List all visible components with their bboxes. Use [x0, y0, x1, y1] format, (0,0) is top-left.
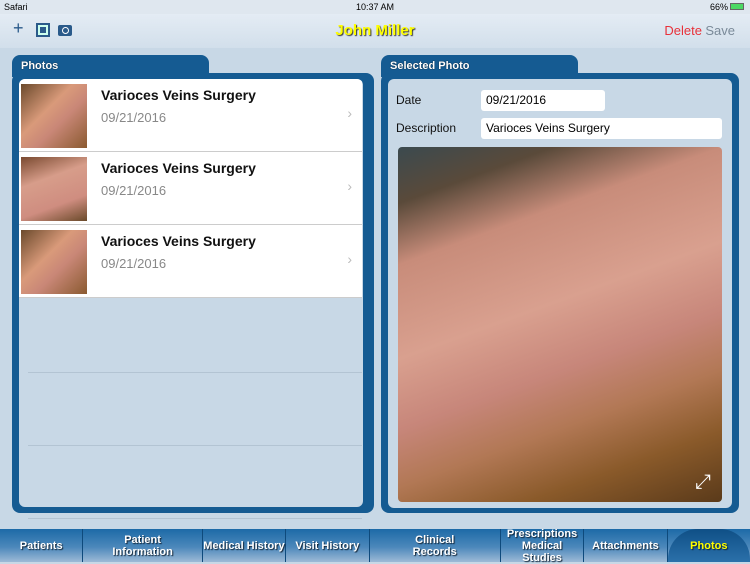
item-title: Varioces Veins Surgery — [101, 233, 256, 249]
status-battery: 66% — [709, 2, 728, 12]
chevron-right-icon: › — [347, 251, 352, 267]
item-title: Varioces Veins Surgery — [101, 160, 256, 176]
item-date: 09/21/2016 — [101, 183, 167, 198]
chevron-right-icon: › — [347, 105, 352, 121]
date-field[interactable]: 09/21/2016 — [481, 90, 605, 111]
battery-icon — [730, 3, 744, 10]
photo-thumbnail — [21, 230, 87, 294]
item-title: Varioces Veins Surgery — [101, 87, 256, 103]
photo-list: Varioces Veins Surgery 09/21/2016 › Vari… — [19, 79, 363, 507]
date-label: Date — [396, 93, 422, 107]
list-item[interactable]: Varioces Veins Surgery 09/21/2016 › — [19, 152, 362, 225]
photo-thumbnail — [21, 157, 87, 221]
photo-thumbnail — [21, 84, 87, 148]
chevron-right-icon: › — [347, 178, 352, 194]
divider — [28, 372, 362, 373]
tab-medical-history[interactable]: Medical History — [203, 529, 287, 562]
selected-photo-image[interactable]: ⤢ — [398, 147, 722, 502]
tab-attachments[interactable]: Attachments — [584, 529, 668, 562]
item-date: 09/21/2016 — [101, 110, 167, 125]
list-item[interactable]: Varioces Veins Surgery 09/21/2016 › — [19, 79, 362, 152]
divider — [28, 445, 362, 446]
divider — [28, 518, 362, 519]
status-bar: Safari 10:37 AM 66% — [0, 0, 750, 14]
description-field[interactable]: Varioces Veins Surgery — [481, 118, 722, 139]
tab-bar: Patients Patient Information Medical His… — [0, 528, 750, 564]
item-date: 09/21/2016 — [101, 256, 167, 271]
list-item[interactable]: Varioces Veins Surgery 09/21/2016 › — [19, 225, 362, 298]
tab-clinical-records[interactable]: Clinical Records — [370, 529, 501, 562]
fullscreen-icon[interactable]: ⤢ — [692, 472, 714, 494]
nav-bar: + John Miller Delete Save — [0, 14, 750, 48]
tab-visit-history[interactable]: Visit History — [286, 529, 370, 562]
page-title: John Miller — [335, 22, 415, 39]
tab-photos[interactable]: Photos — [667, 529, 750, 562]
tab-prescriptions-medical-studies[interactable]: Prescriptions Medical Studies — [501, 528, 585, 564]
tab-patient-information[interactable]: Patient Information — [83, 529, 203, 562]
status-time: 10:37 AM — [355, 2, 395, 12]
tab-patients[interactable]: Patients — [0, 529, 84, 562]
save-button[interactable]: Save — [705, 23, 735, 38]
description-label: Description — [396, 121, 457, 135]
delete-button[interactable]: Delete — [664, 23, 702, 38]
